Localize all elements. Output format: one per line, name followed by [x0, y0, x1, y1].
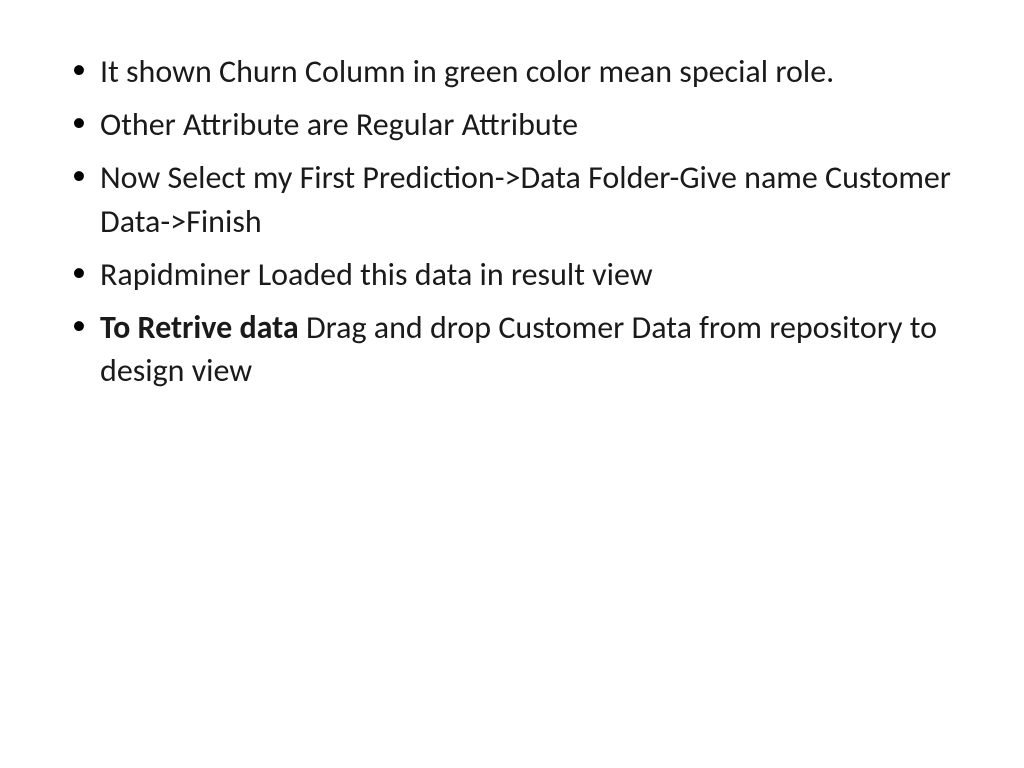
- list-item: Rapidminer Loaded this data in result vi…: [60, 253, 964, 296]
- bullet-text: It shown Churn Column in green color mea…: [100, 52, 834, 91]
- bullet-text: Other Attribute are Regular Attribute: [100, 105, 578, 144]
- list-item: It shown Churn Column in green color mea…: [60, 50, 964, 93]
- list-item: To Retrive data Drag and drop Customer D…: [60, 306, 964, 392]
- bullet-text: Rapidminer Loaded this data in result vi…: [100, 255, 653, 294]
- list-item: Now Select my First Prediction->Data Fol…: [60, 156, 964, 242]
- bullet-list: It shown Churn Column in green color mea…: [60, 50, 964, 392]
- bullet-text-bold: To Retrive data: [100, 308, 306, 347]
- bullet-text: Now Select my First Prediction->Data Fol…: [100, 158, 951, 240]
- list-item: Other Attribute are Regular Attribute: [60, 103, 964, 146]
